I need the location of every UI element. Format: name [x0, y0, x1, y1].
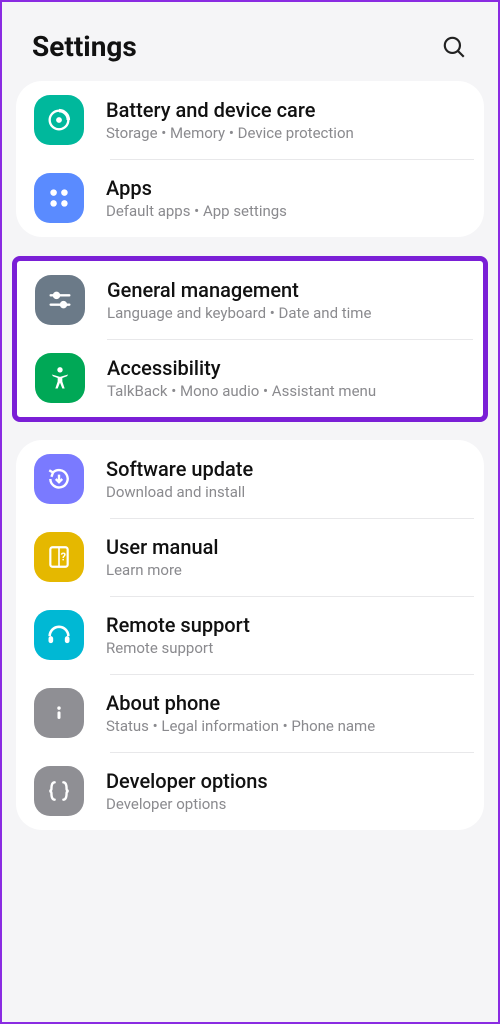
row-software-update[interactable]: Software update Download and install	[16, 440, 484, 518]
row-subtitle: TalkBack • Mono audio • Assistant menu	[107, 382, 465, 400]
software-update-icon	[34, 454, 84, 504]
row-text: Remote support Remote support	[106, 613, 466, 657]
row-accessibility[interactable]: Accessibility TalkBack • Mono audio • As…	[17, 339, 483, 417]
accessibility-icon	[35, 353, 85, 403]
settings-group-highlighted: General management Language and keyboard…	[12, 256, 488, 422]
search-icon	[441, 34, 467, 60]
row-apps[interactable]: Apps Default apps • App settings	[16, 159, 484, 237]
developer-options-icon	[34, 766, 84, 816]
row-subtitle: Learn more	[106, 561, 466, 579]
row-subtitle: Developer options	[106, 795, 466, 813]
row-subtitle: Status • Legal information • Phone name	[106, 717, 466, 735]
row-title: Battery and device care	[106, 98, 466, 122]
apps-icon	[34, 173, 84, 223]
search-button[interactable]	[440, 33, 468, 61]
row-text: About phone Status • Legal information •…	[106, 691, 466, 735]
row-text: Battery and device care Storage • Memory…	[106, 98, 466, 142]
row-title: Software update	[106, 457, 466, 481]
row-text: General management Language and keyboard…	[107, 278, 465, 322]
row-text: Apps Default apps • App settings	[106, 176, 466, 220]
row-subtitle: Language and keyboard • Date and time	[107, 304, 465, 322]
row-subtitle: Remote support	[106, 639, 466, 657]
settings-group: Software update Download and install ? U…	[16, 440, 484, 830]
battery-care-icon	[34, 95, 84, 145]
row-developer-options[interactable]: Developer options Developer options	[16, 752, 484, 830]
row-subtitle: Default apps • App settings	[106, 202, 466, 220]
row-general-management[interactable]: General management Language and keyboard…	[17, 261, 483, 339]
row-title: Accessibility	[107, 356, 465, 380]
row-text: Developer options Developer options	[106, 769, 466, 813]
row-text: Accessibility TalkBack • Mono audio • As…	[107, 356, 465, 400]
page-title: Settings	[32, 30, 137, 63]
row-user-manual[interactable]: ? User manual Learn more	[16, 518, 484, 596]
row-remote-support[interactable]: Remote support Remote support	[16, 596, 484, 674]
row-title: Apps	[106, 176, 466, 200]
row-battery-device-care[interactable]: Battery and device care Storage • Memory…	[16, 81, 484, 159]
row-title: User manual	[106, 535, 466, 559]
row-title: About phone	[106, 691, 466, 715]
user-manual-icon: ?	[34, 532, 84, 582]
row-about-phone[interactable]: About phone Status • Legal information •…	[16, 674, 484, 752]
row-title: Remote support	[106, 613, 466, 637]
header: Settings	[2, 2, 498, 81]
row-text: User manual Learn more	[106, 535, 466, 579]
row-title: General management	[107, 278, 465, 302]
general-management-icon	[35, 275, 85, 325]
settings-group: Battery and device care Storage • Memory…	[16, 81, 484, 237]
row-subtitle: Storage • Memory • Device protection	[106, 124, 466, 142]
row-title: Developer options	[106, 769, 466, 793]
remote-support-icon	[34, 610, 84, 660]
about-phone-icon	[34, 688, 84, 738]
row-text: Software update Download and install	[106, 457, 466, 501]
svg-text:?: ?	[61, 550, 66, 563]
row-subtitle: Download and install	[106, 483, 466, 501]
